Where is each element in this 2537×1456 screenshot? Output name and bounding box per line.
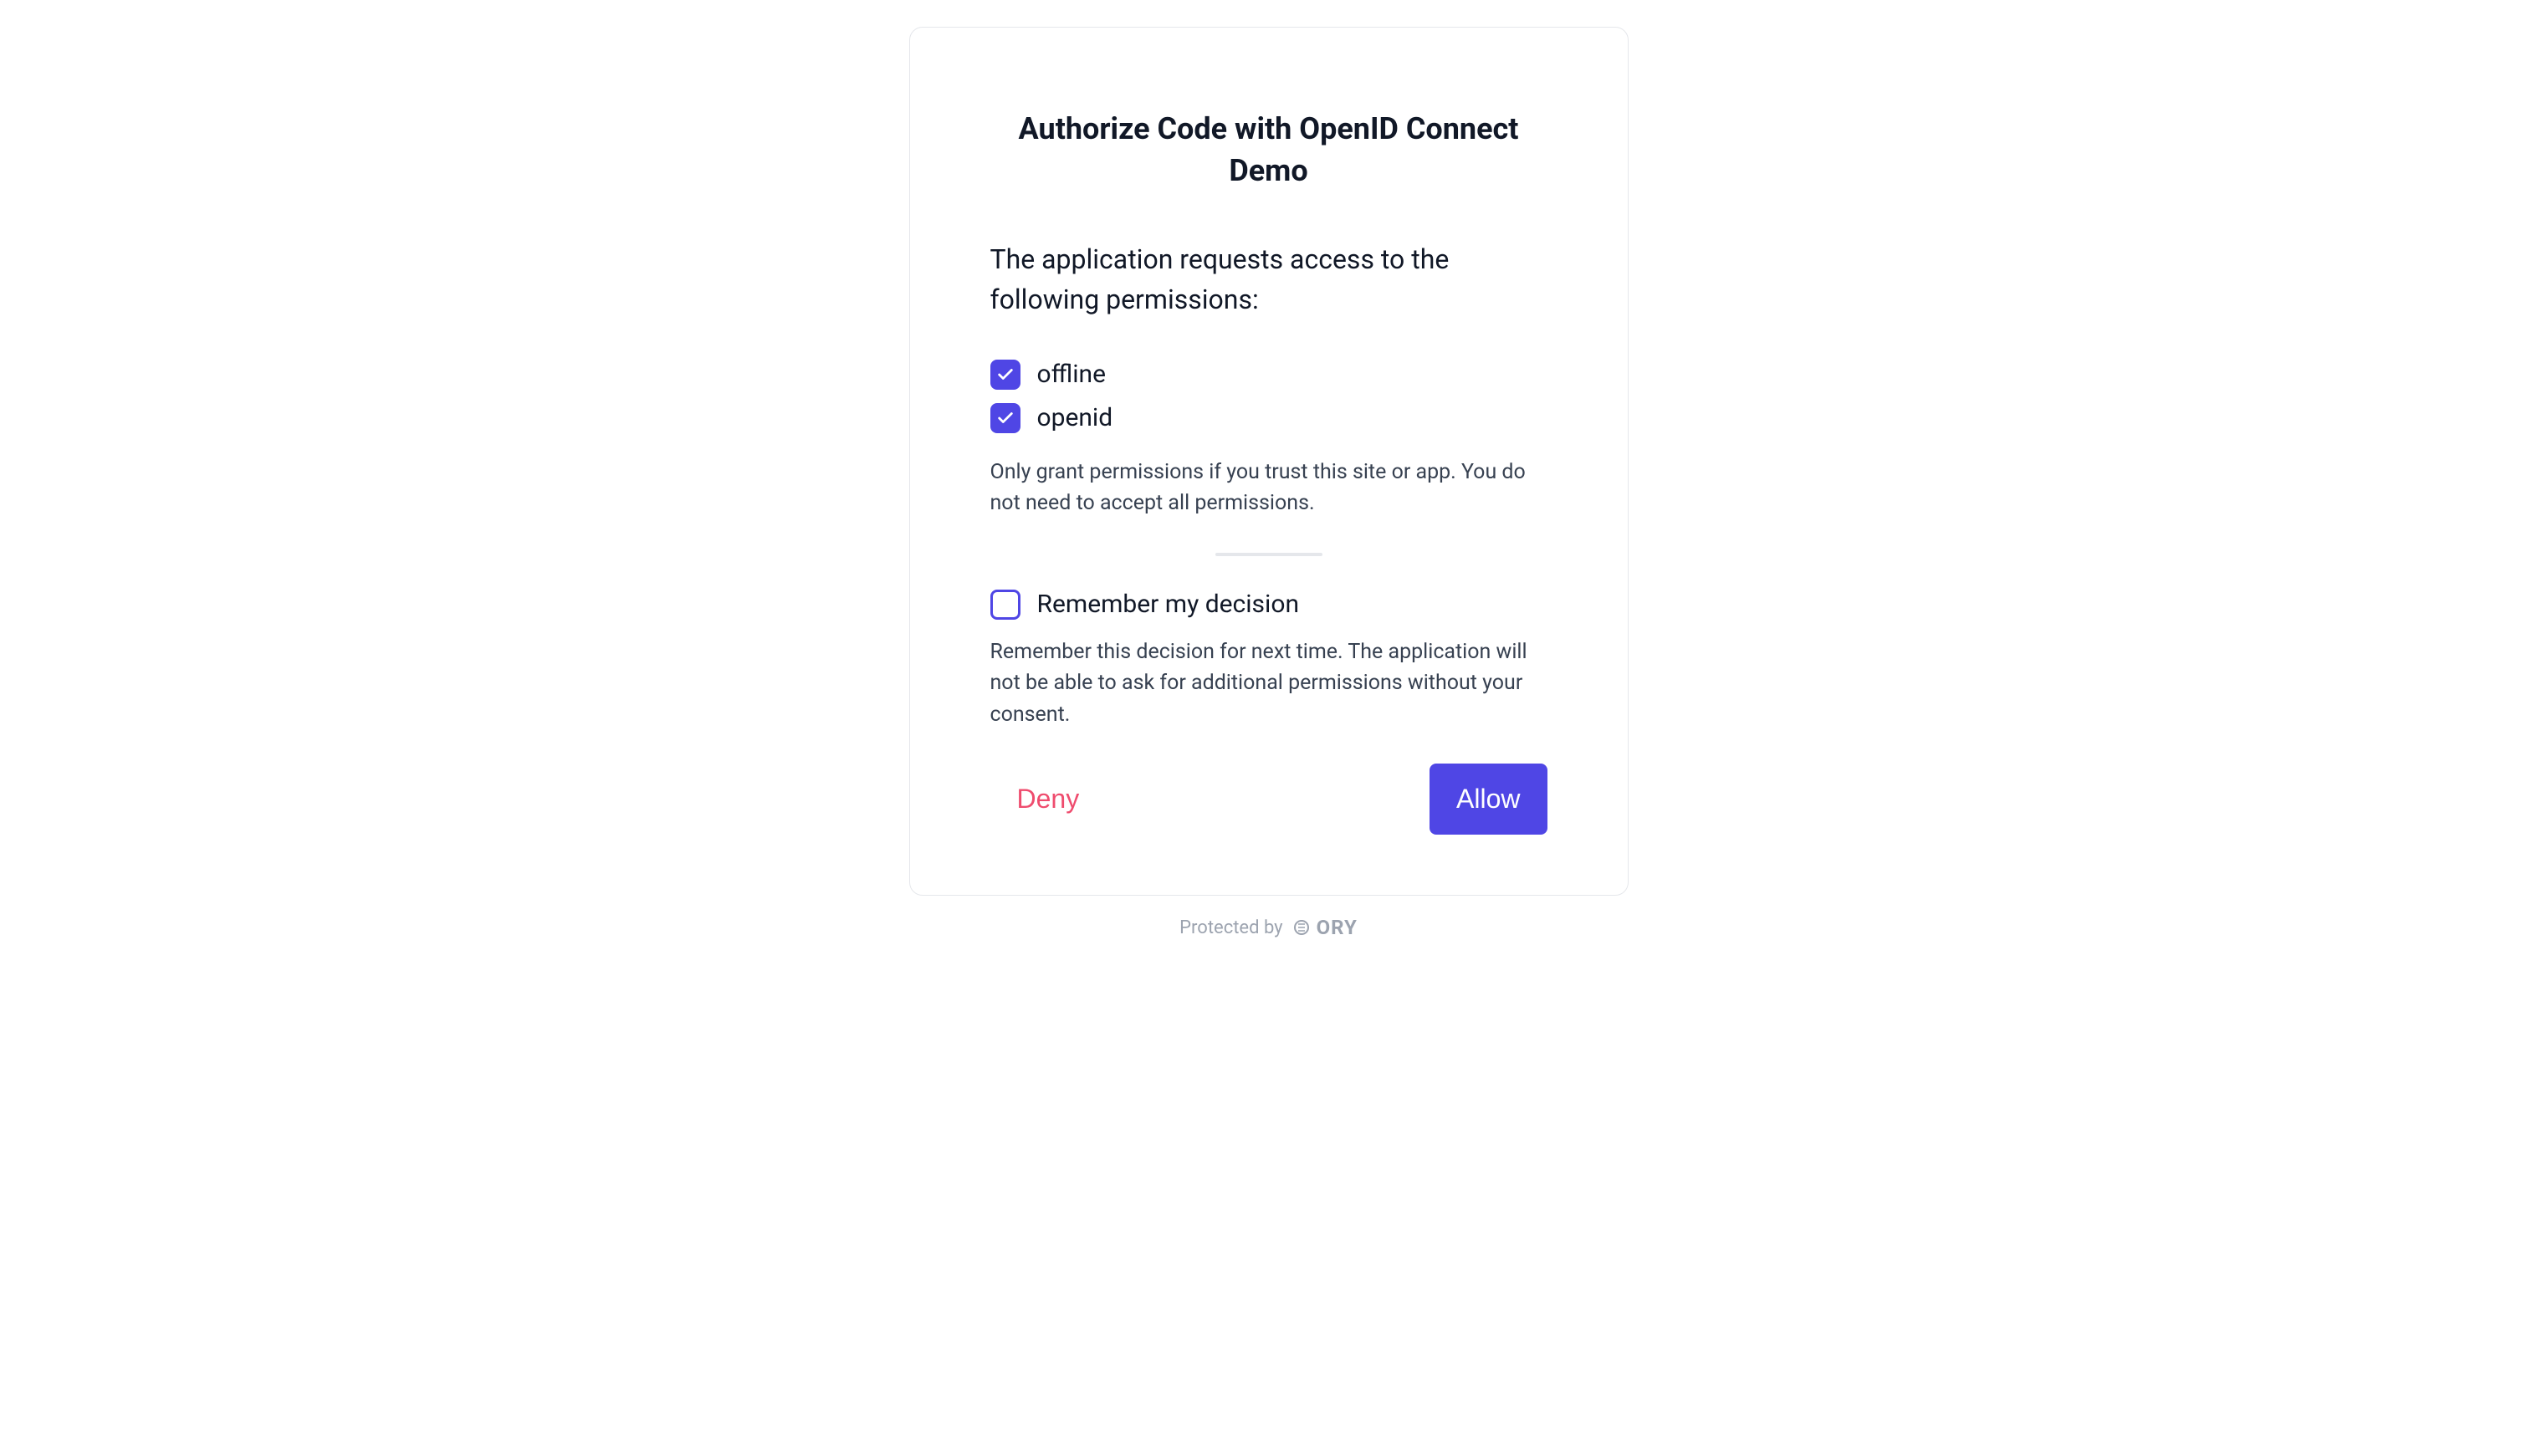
check-icon [996, 365, 1015, 384]
permissions-helper-text: Only grant permissions if you trust this… [990, 457, 1547, 519]
permission-checkbox-openid[interactable] [990, 403, 1020, 433]
ory-brand-text: ORY [1317, 916, 1358, 939]
allow-button[interactable]: Allow [1430, 764, 1547, 835]
check-icon [996, 409, 1015, 427]
permission-checkbox-offline[interactable] [990, 360, 1020, 390]
ory-logo: ORY [1292, 916, 1358, 939]
remember-label: Remember my decision [1037, 590, 1300, 619]
remember-row: Remember my decision [990, 590, 1547, 620]
permission-item-offline: offline [990, 360, 1547, 390]
remember-checkbox[interactable] [990, 590, 1020, 620]
permission-label: offline [1037, 360, 1107, 389]
remember-helper-text: Remember this decision for next time. Th… [990, 636, 1547, 731]
footer: Protected by ORY [909, 916, 1629, 939]
ory-logo-icon [1292, 917, 1312, 937]
permission-label: openid [1037, 403, 1113, 432]
consent-card: Authorize Code with OpenID Connect Demo … [909, 27, 1629, 896]
footer-text: Protected by [1179, 917, 1282, 938]
page-title: Authorize Code with OpenID Connect Demo [990, 108, 1547, 192]
deny-button[interactable]: Deny [990, 764, 1107, 835]
button-row: Deny Allow [990, 764, 1547, 835]
permissions-description: The application requests access to the f… [990, 239, 1547, 319]
permissions-list: offline openid [990, 360, 1547, 433]
divider [1215, 553, 1322, 556]
permission-item-openid: openid [990, 403, 1547, 433]
